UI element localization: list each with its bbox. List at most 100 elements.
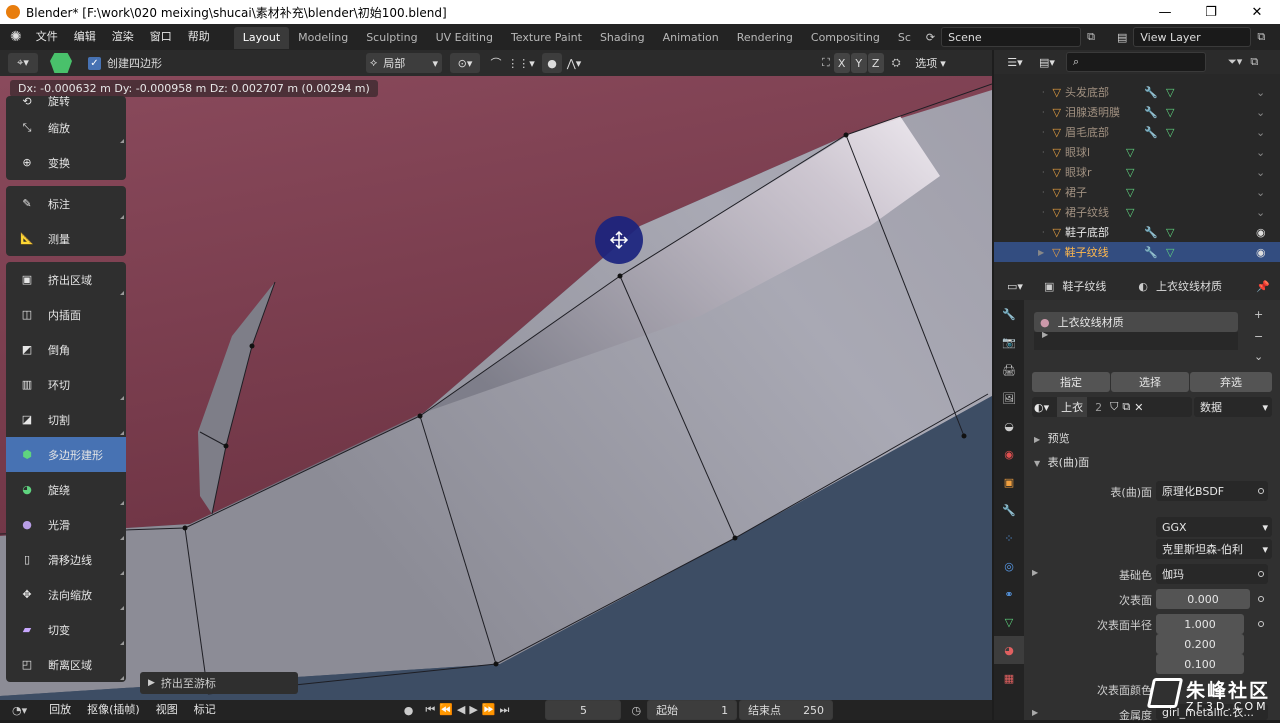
tool-transform[interactable]: ⊕ 变换 — [6, 145, 126, 180]
hidden-icon[interactable]: ⌄ — [1256, 126, 1265, 139]
preview-section[interactable]: ▶ 预览 — [1034, 430, 1070, 446]
outliner-row[interactable]: · ▽ 眉毛底部 🔧 ▽ ⌄ — [994, 122, 1280, 142]
hidden-icon[interactable]: ⌄ — [1256, 166, 1265, 179]
expand-triangle-icon[interactable]: · — [1042, 108, 1045, 117]
subsurface-method-dropdown[interactable]: 克里斯坦森-伯利 ▾ — [1156, 539, 1272, 559]
new-scene-icon[interactable]: ⧉ — [1087, 30, 1095, 44]
snap-icon[interactable]: ⌒ — [486, 53, 506, 73]
tab-output[interactable]: 🖨 — [994, 356, 1024, 384]
tool-extrude[interactable]: ▣ 挤出区域 — [6, 262, 126, 297]
tool-inset[interactable]: ◫ 内插面 — [6, 297, 126, 332]
socket-dot-icon[interactable] — [1258, 571, 1264, 577]
new-collection-icon[interactable]: ⧉ — [1250, 55, 1258, 69]
tab-material[interactable]: ◕ — [994, 636, 1024, 664]
tab-animation[interactable]: Animation — [654, 27, 728, 49]
polybuild-active-tool-icon[interactable] — [50, 53, 72, 73]
hidden-icon[interactable]: ⌄ — [1256, 146, 1265, 159]
tab-render[interactable]: 📷 — [994, 328, 1024, 356]
view-layer-field[interactable]: View Layer — [1133, 27, 1252, 47]
clock-icon[interactable]: ◷ — [631, 704, 641, 717]
chevron-down-icon[interactable]: ⌄ — [1254, 350, 1263, 363]
tool-shrink-fatten[interactable]: ✥ 法向缩放 — [6, 577, 126, 612]
minimize-icon[interactable]: — — [1142, 0, 1188, 24]
outliner-row[interactable]: ▶ ▽ 鞋子纹线 🔧 ▽ ◉ — [994, 242, 1280, 262]
tool-rotate[interactable]: ⟲ 旋转 — [6, 96, 126, 110]
add-slot-icon[interactable]: + — [1254, 308, 1263, 321]
tool-spin[interactable]: ◕ 旋绕 — [6, 472, 126, 507]
tool-loopcut[interactable]: ▥ 环切 — [6, 367, 126, 402]
link-dropdown[interactable]: 数据 ▾ — [1194, 397, 1272, 417]
tool-shear[interactable]: ▰ 切变 — [6, 612, 126, 647]
menu-file[interactable]: 文件 — [28, 24, 66, 50]
tab-modifiers[interactable]: 🔧 — [994, 496, 1024, 524]
outliner-row[interactable]: · ▽ 眼球l ▽ ⌄ — [994, 142, 1280, 162]
tab-particles[interactable]: ⁘ — [994, 524, 1024, 552]
tab-modeling[interactable]: Modeling — [289, 27, 357, 49]
material-datablock[interactable]: ◐▾ 上衣 2 ⛉ ⧉ ✕ — [1032, 397, 1192, 417]
assign-button[interactable]: 指定 — [1032, 372, 1110, 392]
tab-view-layer[interactable]: 🖼 — [994, 384, 1024, 412]
scene-selector-icon[interactable]: ⟳ — [926, 31, 935, 44]
subsurface-radius-x[interactable]: 1.000 — [1156, 614, 1244, 634]
remove-slot-icon[interactable]: − — [1254, 330, 1263, 343]
menu-edit[interactable]: 编辑 — [66, 24, 104, 50]
view-layer-icon[interactable]: ▤ — [1117, 31, 1127, 44]
filter-icon[interactable]: ⏷▾ — [1228, 55, 1242, 69]
expand-triangle-icon[interactable]: · — [1042, 88, 1045, 97]
mirror-y-button[interactable]: Y — [850, 53, 867, 73]
tab-world[interactable]: ◉ — [994, 440, 1024, 468]
menu-window[interactable]: 窗口 — [142, 24, 180, 50]
tool-measure[interactable]: 📐 测量 — [6, 221, 126, 256]
expand-triangle-icon[interactable]: ▶ — [1032, 708, 1038, 717]
display-mode-icon[interactable]: ▤▾ — [1034, 52, 1060, 72]
new-view-layer-icon[interactable]: ⧉ — [1257, 30, 1265, 44]
expand-triangle-icon[interactable]: · — [1042, 148, 1045, 157]
snap-target-icon[interactable]: ⋮⋮▾ — [506, 53, 536, 73]
expand-triangle-icon[interactable]: · — [1042, 128, 1045, 137]
timeline-marker-menu[interactable]: 标记 — [186, 697, 224, 723]
tab-uv-editing[interactable]: UV Editing — [427, 27, 502, 49]
expand-triangle-icon[interactable]: · — [1042, 188, 1045, 197]
select-button[interactable]: 选择 — [1111, 372, 1189, 392]
outliner-editor-icon[interactable]: ☰▾ — [1000, 52, 1030, 72]
tab-object[interactable]: ▣ — [994, 468, 1024, 496]
scene-field[interactable]: Scene — [941, 27, 1082, 47]
tool-scale[interactable]: ⤡ 缩放 — [6, 110, 126, 145]
outliner-row[interactable]: · ▽ 眼球r ▽ ⌄ — [994, 162, 1280, 182]
socket-dot-icon[interactable] — [1258, 488, 1264, 494]
distribution-dropdown[interactable]: GGX ▾ — [1156, 517, 1272, 537]
timeline-keying-menu[interactable]: 抠像(插帧) — [79, 697, 148, 723]
material-slot-item[interactable]: ● 上衣纹线材质 — [1034, 312, 1238, 332]
timeline-editor-icon[interactable]: ◔▾ — [12, 704, 27, 717]
expand-triangle-icon[interactable]: ▶ — [1038, 248, 1044, 257]
3d-viewport[interactable] — [0, 76, 992, 700]
hidden-icon[interactable]: ⌄ — [1256, 86, 1265, 99]
tool-annotate[interactable]: ✎ 标注 — [6, 186, 126, 221]
socket-dot-icon[interactable] — [1258, 596, 1264, 602]
tab-sculpting[interactable]: Sculpting — [357, 27, 426, 49]
tab-scene[interactable]: ◒ — [994, 412, 1024, 440]
subsurface-field[interactable]: 0.000 — [1156, 589, 1250, 609]
create-quad-checkbox[interactable]: ✓ — [88, 56, 101, 70]
base-color-field[interactable]: 伽玛 — [1156, 564, 1268, 584]
mirror-x-button[interactable]: X — [833, 53, 850, 73]
tab-layout[interactable]: Layout — [233, 27, 290, 49]
outliner-search-input[interactable]: ⌕ — [1066, 52, 1206, 72]
tool-bevel[interactable]: ◩ 倒角 — [6, 332, 126, 367]
expand-triangle-icon[interactable]: · — [1042, 208, 1045, 217]
deselect-button[interactable]: 弃选 — [1190, 372, 1272, 392]
material-slot-list[interactable] — [1034, 332, 1238, 350]
hidden-icon[interactable]: ⌄ — [1256, 206, 1265, 219]
expand-triangle-icon[interactable]: · — [1042, 228, 1045, 237]
current-frame-field[interactable]: 5 — [545, 700, 622, 720]
hidden-icon[interactable]: ⌄ — [1256, 186, 1265, 199]
tool-rip[interactable]: ◰ 断离区域 — [6, 647, 126, 682]
timeline-view-menu[interactable]: 视图 — [148, 697, 186, 723]
tab-shading[interactable]: Shading — [591, 27, 654, 49]
tab-compositing[interactable]: Compositing — [802, 27, 889, 49]
wireframe-icon[interactable]: ⛭ — [892, 56, 901, 70]
tool-smooth[interactable]: ● 光滑 — [6, 507, 126, 542]
start-frame-field[interactable]: 起始 1 — [647, 700, 738, 720]
socket-dot-icon[interactable] — [1258, 621, 1264, 627]
expand-triangle-icon[interactable]: ▶ — [1032, 568, 1038, 577]
